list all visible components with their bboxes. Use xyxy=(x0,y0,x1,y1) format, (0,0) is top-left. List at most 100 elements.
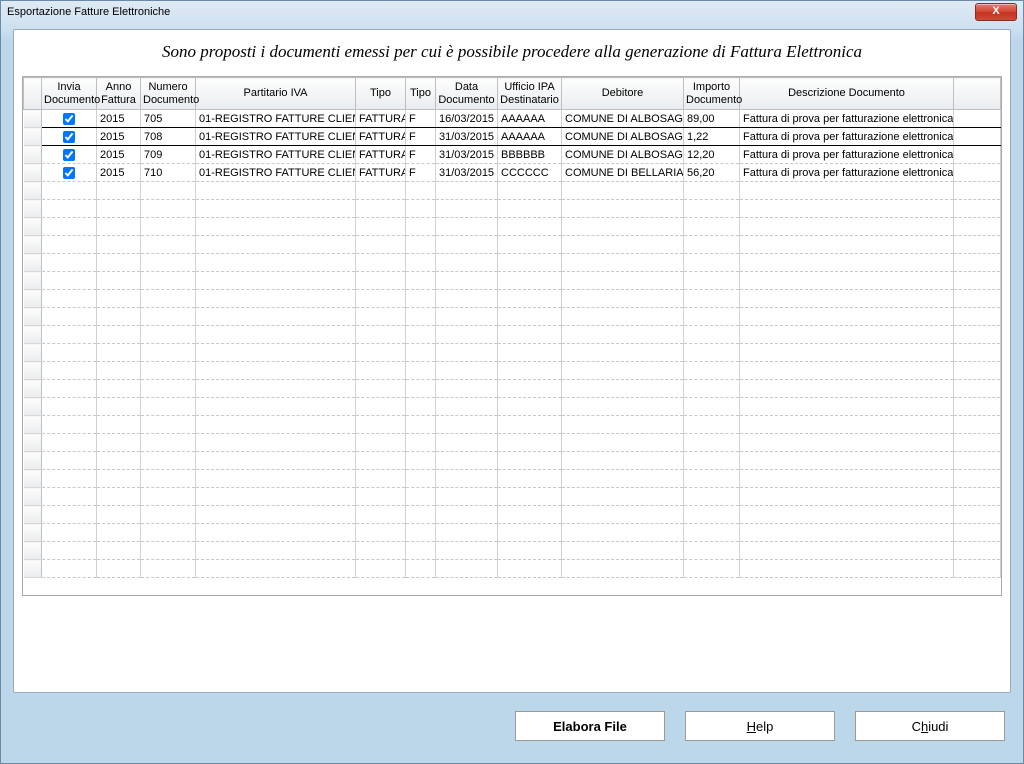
cell-date[interactable]: 31/03/2015 xyxy=(436,128,498,146)
cell-date xyxy=(436,272,498,290)
cell-tipo[interactable]: FATTURA xyxy=(356,128,406,146)
row-header xyxy=(24,236,42,254)
cell-tipo2 xyxy=(406,542,436,560)
cell-tipo[interactable]: FATTURA xyxy=(356,146,406,164)
grid-header-row: Invia Documento Anno Fattura Numero Docu… xyxy=(24,78,1001,110)
cell-ipa[interactable]: CCCCCC xyxy=(498,164,562,182)
cell-tail xyxy=(954,326,1001,344)
table-row[interactable]: 201570501-REGISTRO FATTURE CLIENTIFATTUR… xyxy=(24,110,1001,128)
cell-num[interactable]: 709 xyxy=(141,146,196,164)
cell-date[interactable]: 16/03/2015 xyxy=(436,110,498,128)
invoice-grid[interactable]: Invia Documento Anno Fattura Numero Docu… xyxy=(22,76,1002,596)
cell-ipa[interactable]: BBBBBB xyxy=(498,146,562,164)
cell-desc[interactable]: Fattura di prova per fatturazione elettr… xyxy=(740,146,954,164)
cell-deb xyxy=(562,272,684,290)
col-num[interactable]: Numero Documento xyxy=(141,78,196,110)
table-row[interactable]: 201571001-REGISTRO FATTURE CLIENTIFATTUR… xyxy=(24,164,1001,182)
col-tipo2[interactable]: Tipo xyxy=(406,78,436,110)
cell-deb[interactable]: COMUNE DI ALBOSAGGIA xyxy=(562,146,684,164)
cell-num xyxy=(141,308,196,326)
cell-deb xyxy=(562,254,684,272)
table-row[interactable]: 201570901-REGISTRO FATTURE CLIENTIFATTUR… xyxy=(24,146,1001,164)
cell-tipo2[interactable]: F xyxy=(406,146,436,164)
cell-tipo2[interactable]: F xyxy=(406,110,436,128)
cell-date xyxy=(436,380,498,398)
cell-send[interactable] xyxy=(42,164,97,182)
cell-tail xyxy=(954,398,1001,416)
cell-imp[interactable]: 89,00 xyxy=(684,110,740,128)
send-checkbox[interactable] xyxy=(63,113,75,125)
col-deb[interactable]: Debitore xyxy=(562,78,684,110)
col-year[interactable]: Anno Fattura xyxy=(97,78,141,110)
help-button[interactable]: Help xyxy=(685,711,835,741)
col-date[interactable]: Data Documento xyxy=(436,78,498,110)
cell-tipo xyxy=(356,416,406,434)
table-row xyxy=(24,416,1001,434)
cell-date[interactable]: 31/03/2015 xyxy=(436,164,498,182)
col-tipo[interactable]: Tipo xyxy=(356,78,406,110)
cell-deb[interactable]: COMUNE DI BELLARIA xyxy=(562,164,684,182)
cell-tipo2[interactable]: F xyxy=(406,164,436,182)
col-imp[interactable]: Importo Documento xyxy=(684,78,740,110)
cell-send[interactable] xyxy=(42,128,97,146)
cell-ipa xyxy=(498,524,562,542)
cell-year xyxy=(97,380,141,398)
cell-send[interactable] xyxy=(42,146,97,164)
cell-deb xyxy=(562,434,684,452)
cell-desc[interactable]: Fattura di prova per fatturazione elettr… xyxy=(740,128,954,146)
table-row[interactable]: 201570801-REGISTRO FATTURE CLIENTIFATTUR… xyxy=(24,128,1001,146)
cell-ipa[interactable]: AAAAAA xyxy=(498,128,562,146)
cell-date xyxy=(436,434,498,452)
cell-deb[interactable]: COMUNE DI ALBOSAGGIA xyxy=(562,128,684,146)
cell-tail xyxy=(954,524,1001,542)
cell-deb[interactable]: COMUNE DI ALBOSAGGIA xyxy=(562,110,684,128)
cell-num[interactable]: 705 xyxy=(141,110,196,128)
col-part[interactable]: Partitario IVA xyxy=(196,78,356,110)
cell-tipo xyxy=(356,506,406,524)
cell-date xyxy=(436,326,498,344)
cell-imp xyxy=(684,488,740,506)
cell-part[interactable]: 01-REGISTRO FATTURE CLIENTI xyxy=(196,110,356,128)
cell-desc[interactable]: Fattura di prova per fatturazione elettr… xyxy=(740,164,954,182)
cell-imp xyxy=(684,182,740,200)
elabora-file-button[interactable]: Elabora File xyxy=(515,711,665,741)
cell-tipo[interactable]: FATTURA xyxy=(356,110,406,128)
table-row xyxy=(24,542,1001,560)
cell-send[interactable] xyxy=(42,110,97,128)
cell-desc xyxy=(740,560,954,578)
cell-imp[interactable]: 56,20 xyxy=(684,164,740,182)
table-row xyxy=(24,326,1001,344)
cell-num[interactable]: 708 xyxy=(141,128,196,146)
cell-imp xyxy=(684,380,740,398)
cell-year xyxy=(97,434,141,452)
cell-year[interactable]: 2015 xyxy=(97,110,141,128)
col-ipa[interactable]: Ufficio IPA Destinatario xyxy=(498,78,562,110)
close-button[interactable]: X xyxy=(975,3,1017,21)
cell-part[interactable]: 01-REGISTRO FATTURE CLIENTI xyxy=(196,146,356,164)
col-desc[interactable]: Descrizione Documento xyxy=(740,78,954,110)
cell-ipa[interactable]: AAAAAA xyxy=(498,110,562,128)
cell-part xyxy=(196,308,356,326)
chiudi-button[interactable]: Chiudi xyxy=(855,711,1005,741)
cell-part xyxy=(196,416,356,434)
col-send[interactable]: Invia Documento xyxy=(42,78,97,110)
cell-tipo2[interactable]: F xyxy=(406,128,436,146)
cell-num[interactable]: 710 xyxy=(141,164,196,182)
cell-desc[interactable]: Fattura di prova per fatturazione elettr… xyxy=(740,110,954,128)
cell-year xyxy=(97,326,141,344)
send-checkbox[interactable] xyxy=(63,149,75,161)
cell-imp xyxy=(684,506,740,524)
cell-year[interactable]: 2015 xyxy=(97,164,141,182)
cell-imp[interactable]: 12,20 xyxy=(684,146,740,164)
cell-year[interactable]: 2015 xyxy=(97,146,141,164)
cell-deb xyxy=(562,308,684,326)
cell-year[interactable]: 2015 xyxy=(97,128,141,146)
cell-tipo[interactable]: FATTURA xyxy=(356,164,406,182)
cell-desc xyxy=(740,524,954,542)
cell-part[interactable]: 01-REGISTRO FATTURE CLIENTI xyxy=(196,128,356,146)
cell-date[interactable]: 31/03/2015 xyxy=(436,146,498,164)
cell-part[interactable]: 01-REGISTRO FATTURE CLIENTI xyxy=(196,164,356,182)
send-checkbox[interactable] xyxy=(63,167,75,179)
send-checkbox[interactable] xyxy=(63,131,75,143)
cell-imp[interactable]: 1,22 xyxy=(684,128,740,146)
